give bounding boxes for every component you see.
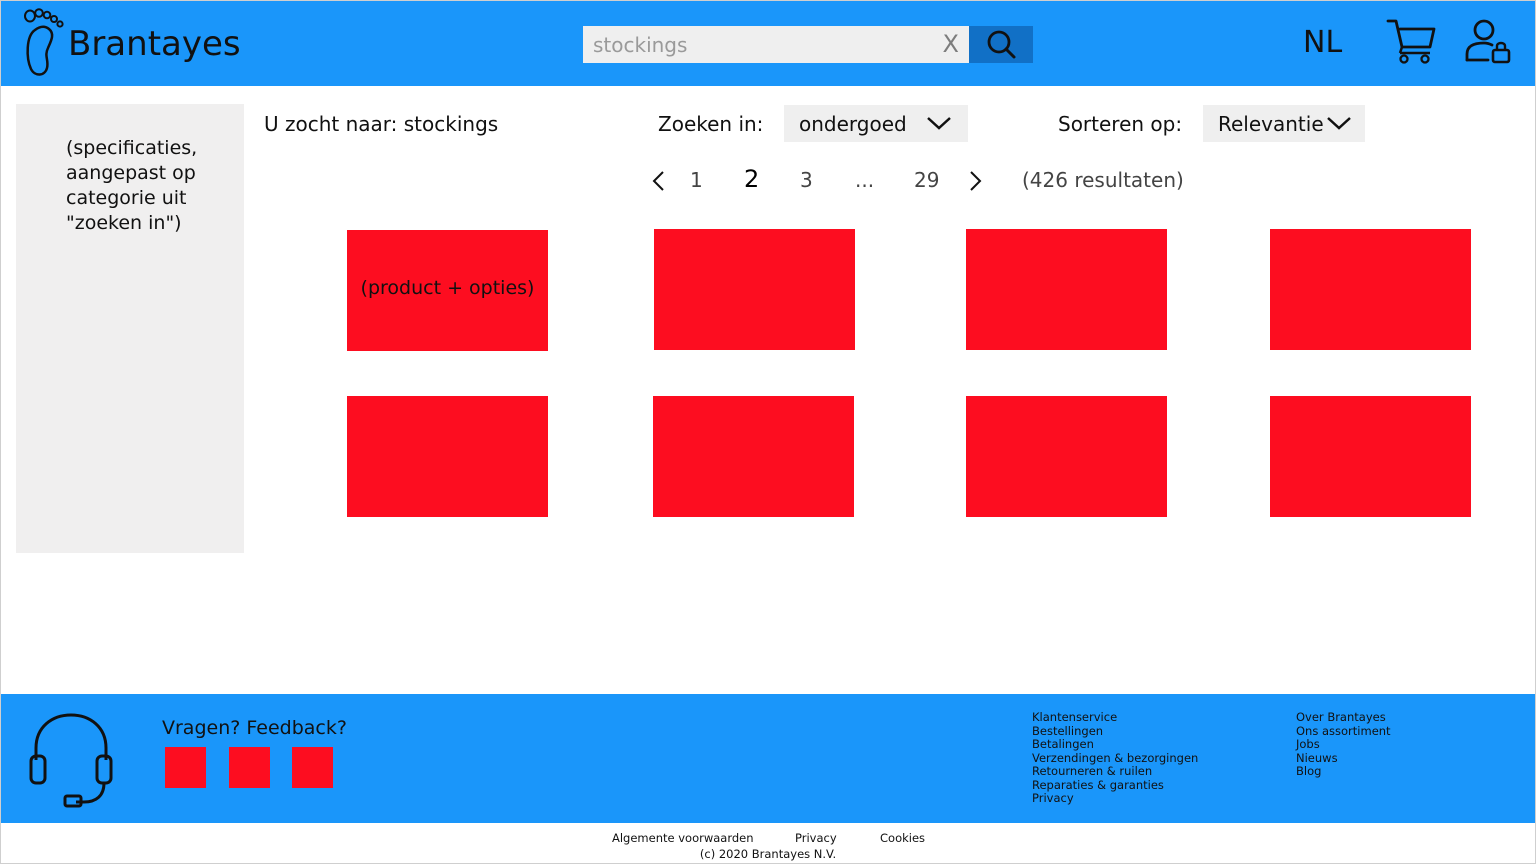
social-link[interactable] <box>229 747 270 788</box>
product-card[interactable] <box>966 229 1167 350</box>
copyright-text: (c) 2020 Brantayes N.V. <box>699 847 837 861</box>
footer-link-verzendingen[interactable]: Verzendingen & bezorgingen <box>1032 751 1198 766</box>
pagination-ellipsis: ... <box>855 168 875 192</box>
search-in-dropdown[interactable]: ondergoed <box>784 105 968 142</box>
sort-label: Sorteren op: <box>1058 112 1183 136</box>
legal-link-cookies[interactable]: Cookies <box>880 831 925 845</box>
chevron-left-icon[interactable] <box>651 170 667 192</box>
footer-link-klantenservice[interactable]: Klantenservice <box>1032 710 1198 725</box>
footer-link-retourneren[interactable]: Retourneren & ruilen <box>1032 764 1198 779</box>
page-2-current[interactable]: 2 <box>744 165 759 193</box>
results-count: (426 resultaten) <box>1022 168 1184 192</box>
header: Brantayes stockings X NL <box>0 0 1536 86</box>
feedback-title: Vragen? Feedback? <box>162 717 347 739</box>
sort-dropdown[interactable]: Relevantie <box>1203 105 1365 142</box>
product-card[interactable] <box>1270 229 1471 350</box>
footer-link-jobs[interactable]: Jobs <box>1296 737 1391 752</box>
product-card[interactable] <box>1270 396 1471 517</box>
footer-links-company: Over Brantayes Ons assortiment Jobs Nieu… <box>1296 710 1391 779</box>
social-link[interactable] <box>292 747 333 788</box>
footer-link-assortiment[interactable]: Ons assortiment <box>1296 724 1391 739</box>
language-selector[interactable]: NL <box>1303 25 1342 60</box>
search-input[interactable]: stockings X <box>583 26 969 63</box>
chevron-right-icon[interactable] <box>967 170 983 192</box>
product-card[interactable] <box>966 396 1167 517</box>
product-card[interactable] <box>653 396 854 517</box>
clear-search-button[interactable]: X <box>943 30 959 58</box>
legal-link-terms[interactable]: Algemente voorwaarden <box>612 831 754 845</box>
product-card[interactable] <box>347 396 548 517</box>
footprint-logo-icon[interactable] <box>22 6 70 76</box>
headset-icon[interactable] <box>28 712 118 810</box>
filter-sidebar: (specificaties, aangepast op categorie u… <box>16 104 244 553</box>
footer-link-blog[interactable]: Blog <box>1296 764 1391 779</box>
footer-link-betalingen[interactable]: Betalingen <box>1032 737 1198 752</box>
product-placeholder-label: (product + opties) <box>360 277 535 299</box>
search-input-value[interactable]: stockings <box>593 33 687 57</box>
cart-icon[interactable] <box>1386 17 1436 65</box>
page-3-link[interactable]: 3 <box>800 168 813 192</box>
chevron-down-icon <box>927 117 951 130</box>
user-lock-icon[interactable] <box>1464 19 1512 65</box>
page-29-link[interactable]: 29 <box>914 168 939 192</box>
search-icon <box>987 30 1016 59</box>
footer-links-service: Klantenservice Bestellingen Betalingen V… <box>1032 710 1198 806</box>
page-1-link[interactable]: 1 <box>690 168 703 192</box>
footer-link-nieuws[interactable]: Nieuws <box>1296 751 1391 766</box>
search-button[interactable] <box>969 26 1033 63</box>
search-in-label: Zoeken in: <box>658 112 764 136</box>
search-in-value: ondergoed <box>799 112 907 136</box>
footer-link-bestellingen[interactable]: Bestellingen <box>1032 724 1198 739</box>
product-card[interactable]: (product + opties) <box>347 230 548 351</box>
chevron-down-icon <box>1327 117 1351 130</box>
footer-link-privacy[interactable]: Privacy <box>1032 791 1198 806</box>
search-query-text: U zocht naar: stockings <box>264 112 499 136</box>
product-card[interactable] <box>654 229 855 350</box>
sidebar-placeholder-text: (specificaties, aangepast op categorie u… <box>66 137 198 234</box>
brand-name[interactable]: Brantayes <box>68 24 241 64</box>
sort-value: Relevantie <box>1218 112 1324 136</box>
legal-link-privacy[interactable]: Privacy <box>795 831 837 845</box>
social-link[interactable] <box>165 747 206 788</box>
footer-link-reparaties[interactable]: Reparaties & garanties <box>1032 778 1198 793</box>
footer-link-over[interactable]: Over Brantayes <box>1296 710 1391 725</box>
